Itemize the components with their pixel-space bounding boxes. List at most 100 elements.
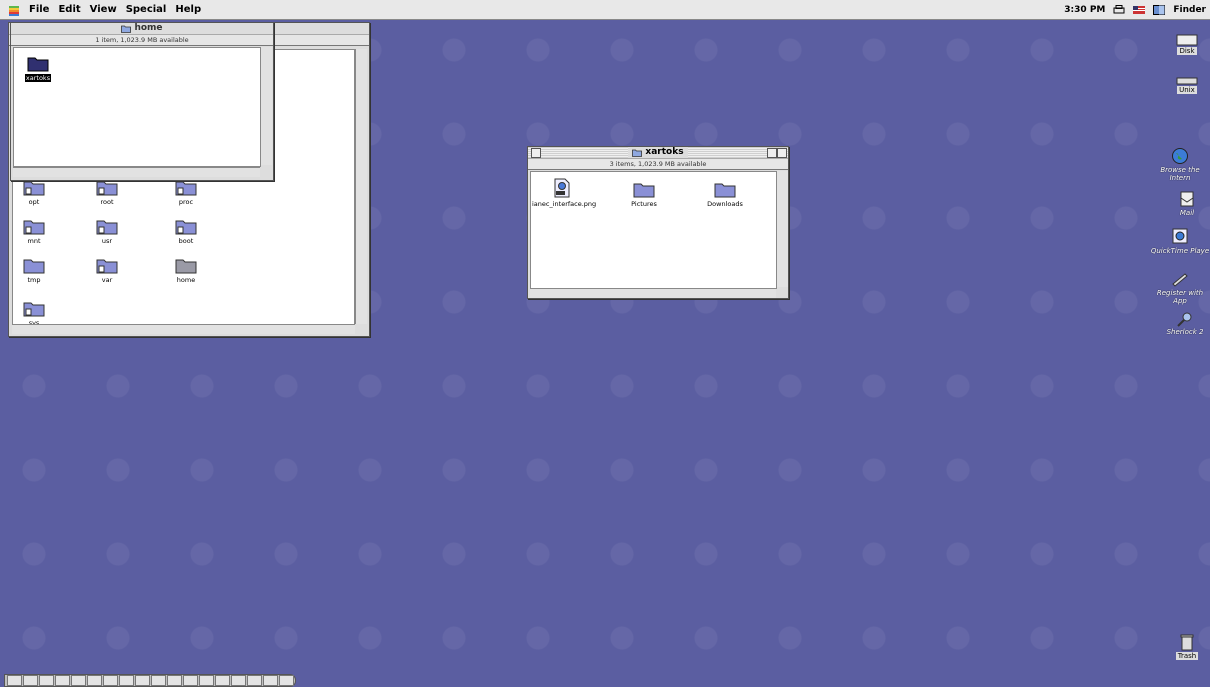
folder-item[interactable]: svs <box>4 299 64 327</box>
xartoks-window-title: xartoks <box>645 147 684 157</box>
home-window-vscroll[interactable] <box>260 47 272 165</box>
folder-item-downloads[interactable]: Downloads <box>695 178 755 208</box>
unix-disk-icon <box>1176 77 1198 85</box>
folder-item-pictures[interactable]: Pictures <box>614 178 674 208</box>
menu-clock[interactable]: 3:30 PM <box>1064 5 1105 15</box>
strip-control[interactable] <box>135 675 150 686</box>
home-window[interactable]: home 1 item, 1,023.9 MB available xartok… <box>10 22 274 181</box>
control-strip[interactable] <box>4 674 296 687</box>
root-window-hscroll[interactable] <box>12 324 355 334</box>
strip-control[interactable] <box>23 675 38 686</box>
folder-item[interactable]: root <box>77 178 137 206</box>
quicktime-icon <box>1172 228 1188 244</box>
strip-control[interactable] <box>39 675 54 686</box>
desktop-icon-label: Mail <box>1179 209 1195 217</box>
zoom-box[interactable] <box>767 148 777 158</box>
folder-item[interactable]: mnt <box>4 217 64 245</box>
folder-label: tmp <box>27 276 41 284</box>
home-window-infobar: 1 item, 1,023.9 MB available <box>11 34 273 46</box>
home-window-hscroll[interactable] <box>13 167 260 177</box>
folder-label: opt <box>28 198 40 206</box>
xartoks-window[interactable]: xartoks 3 items, 1,023.9 MB available ia… <box>527 146 789 299</box>
globe-icon <box>1172 148 1188 164</box>
folder-label: Downloads <box>707 200 743 208</box>
folder-label: var <box>101 276 113 284</box>
keyboard-flag-icon[interactable] <box>1133 5 1146 15</box>
finder-app-icon[interactable] <box>1153 4 1166 15</box>
folder-label: boot <box>178 237 194 245</box>
apple-menu-icon[interactable] <box>8 4 20 16</box>
strip-control[interactable] <box>71 675 86 686</box>
strip-control[interactable] <box>279 675 294 686</box>
desktop-icon-unix[interactable]: Unix <box>1157 77 1210 94</box>
desktop-icon-browse[interactable]: Browse the Intern <box>1150 147 1210 182</box>
home-window-title: home <box>134 23 163 33</box>
collapse-box[interactable] <box>777 148 787 158</box>
home-window-titlebar[interactable]: home <box>11 23 273 34</box>
menu-edit[interactable]: Edit <box>58 4 80 15</box>
folder-item[interactable]: var <box>77 256 137 284</box>
png-file-icon <box>554 178 570 198</box>
strip-control[interactable] <box>247 675 262 686</box>
strip-control[interactable] <box>55 675 70 686</box>
folder-label: Pictures <box>631 200 657 208</box>
file-item[interactable]: ianec_interface.png <box>532 178 596 208</box>
menu-file[interactable]: File <box>29 4 49 15</box>
printer-icon[interactable] <box>1113 4 1125 15</box>
folder-label: xartoks <box>24 74 52 82</box>
strip-control[interactable] <box>119 675 134 686</box>
xartoks-window-titlebar[interactable]: xartoks <box>528 147 788 158</box>
menu-help[interactable]: Help <box>175 4 201 15</box>
strip-control[interactable] <box>199 675 214 686</box>
strip-control[interactable] <box>151 675 166 686</box>
menubar-status-area: 3:30 PM Finder <box>1064 0 1206 19</box>
folder-item-xartoks[interactable]: xartoks <box>8 54 68 82</box>
folder-item[interactable]: tmp <box>4 256 64 284</box>
strip-control[interactable] <box>263 675 278 686</box>
desktop-icon-label: Disk <box>1177 47 1197 55</box>
folder-item[interactable]: opt <box>4 178 64 206</box>
root-window-vscroll[interactable] <box>355 49 367 324</box>
desktop-icon-label: Register with App <box>1156 289 1204 305</box>
desktop-icon-quicktime[interactable]: QuickTime Playe <box>1150 228 1210 255</box>
strip-control[interactable] <box>183 675 198 686</box>
folder-label: usr <box>101 237 113 245</box>
xartoks-window-infobar: 3 items, 1,023.9 MB available <box>528 158 788 170</box>
home-folder-icon <box>121 25 132 33</box>
folder-item[interactable]: home <box>156 256 216 284</box>
menu-special[interactable]: Special <box>126 4 167 15</box>
strip-control[interactable] <box>103 675 118 686</box>
desktop-icon-label: Sherlock 2 <box>1166 328 1204 336</box>
xartoks-window-vscroll[interactable] <box>776 171 788 287</box>
folder-title-icon <box>632 149 643 157</box>
folder-label: mnt <box>27 237 41 245</box>
disk-icon <box>1176 34 1198 46</box>
desktop-icon-label: Unix <box>1177 86 1197 94</box>
register-pen-icon <box>1172 273 1188 287</box>
xartoks-window-hscroll[interactable] <box>530 288 776 298</box>
strip-control[interactable] <box>215 675 230 686</box>
file-label: ianec_interface.png <box>532 200 597 208</box>
desktop-icon-trash[interactable]: Trash <box>1157 633 1210 660</box>
close-box[interactable] <box>531 148 541 158</box>
strip-control[interactable] <box>167 675 182 686</box>
folder-item[interactable]: usr <box>77 217 137 245</box>
folder-item[interactable]: proc <box>156 178 216 206</box>
home-window-content: xartoks <box>13 47 261 167</box>
desktop-icon-sherlock[interactable]: Sherlock 2 <box>1155 311 1210 336</box>
desktop-icon-disk[interactable]: Disk <box>1157 34 1210 55</box>
strip-control[interactable] <box>231 675 246 686</box>
menu-view[interactable]: View <box>90 4 117 15</box>
strip-control[interactable] <box>87 675 102 686</box>
strip-control[interactable] <box>7 675 22 686</box>
menu-bar: File Edit View Special Help 3:30 PM Find… <box>0 0 1210 20</box>
folder-label: root <box>100 198 114 206</box>
app-menu-label[interactable]: Finder <box>1173 5 1206 15</box>
desktop-icon-register[interactable]: Register with App <box>1150 272 1210 305</box>
desktop-icon-label: QuickTime Playe <box>1150 247 1210 255</box>
xartoks-window-content: ianec_interface.png Pictures Downloads <box>530 171 777 289</box>
folder-label: proc <box>178 198 194 206</box>
folder-item[interactable]: boot <box>156 217 216 245</box>
folder-icon <box>714 183 736 198</box>
desktop-icon-mail[interactable]: Mail <box>1157 190 1210 217</box>
